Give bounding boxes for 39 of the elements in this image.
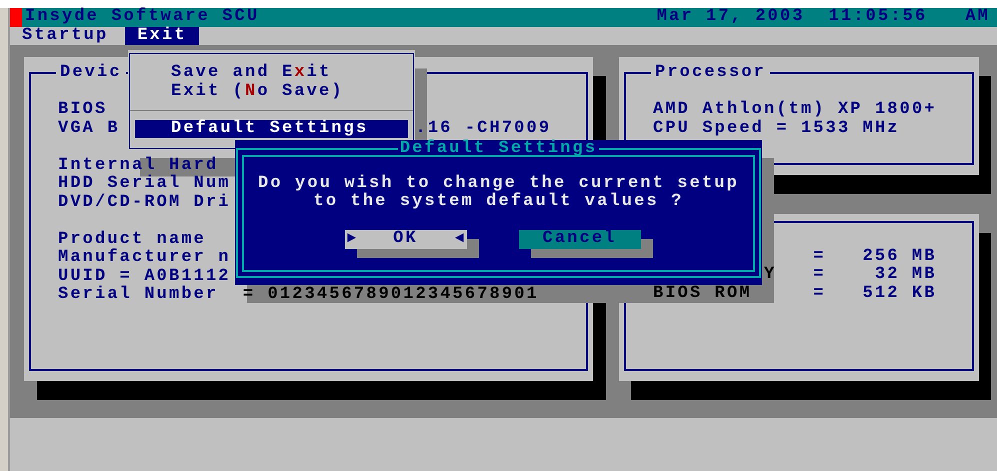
equals-sign: =	[813, 248, 826, 266]
memory-label: Y	[764, 266, 776, 284]
memory-label: BIOS ROM	[653, 284, 752, 303]
menu-tab[interactable]: Exit	[125, 27, 199, 45]
equals-sign: =	[813, 284, 826, 303]
panel-title: Processor	[654, 64, 767, 82]
memory-amount: 256	[862, 248, 900, 266]
info-label: VGA B	[58, 120, 120, 138]
marker-icon	[10, 8, 22, 27]
meridiem-text: AM	[965, 8, 990, 27]
memory-amount: 32	[874, 266, 900, 284]
info-label: UUID = A0B1112	[58, 268, 231, 286]
memory-amount: 512	[862, 284, 900, 303]
processor-info: CPU Speed = 1533 MHz	[653, 120, 900, 138]
menu-item[interactable]: Save and E x it	[135, 64, 408, 82]
app-title: Insyde Software SCU	[25, 8, 260, 26]
info-value: .16 -CH7009	[416, 120, 552, 138]
info-label: Product name	[58, 230, 206, 248]
menu-item[interactable]: Exit (N o Save)	[135, 82, 408, 101]
dialog-button[interactable]: ► OK ◄	[344, 230, 466, 248]
dialog-message: Do you wish to change the current setup to the system default values ?	[258, 174, 739, 212]
time-text: 11:05:56	[828, 8, 928, 27]
info-label: Manufacturer n	[58, 249, 231, 268]
info-label: Internal Hard	[58, 156, 218, 174]
equals-sign: =	[813, 266, 826, 284]
memory-unit: MB	[912, 266, 937, 284]
info-label: DVD/CD-ROM Dri	[58, 194, 231, 212]
info-label: Serial Number	[58, 286, 218, 304]
menu-tab[interactable]: Startup	[10, 27, 120, 45]
processor-info: AMD Athlon(tm) XP 1800+	[653, 101, 937, 120]
panel-title: Devic	[59, 64, 123, 82]
memory-unit: MB	[912, 248, 937, 266]
date-text: Mar 17, 2003	[656, 8, 805, 27]
memory-unit: KB	[912, 284, 937, 303]
info-label: HDD Serial Num	[58, 175, 231, 194]
menu-item[interactable]: Default Settings	[135, 120, 408, 138]
info-label: BIOS	[58, 101, 108, 120]
info-value: = 0123456789012345678901	[242, 286, 539, 304]
dialog-title: Default Settings	[398, 140, 598, 158]
